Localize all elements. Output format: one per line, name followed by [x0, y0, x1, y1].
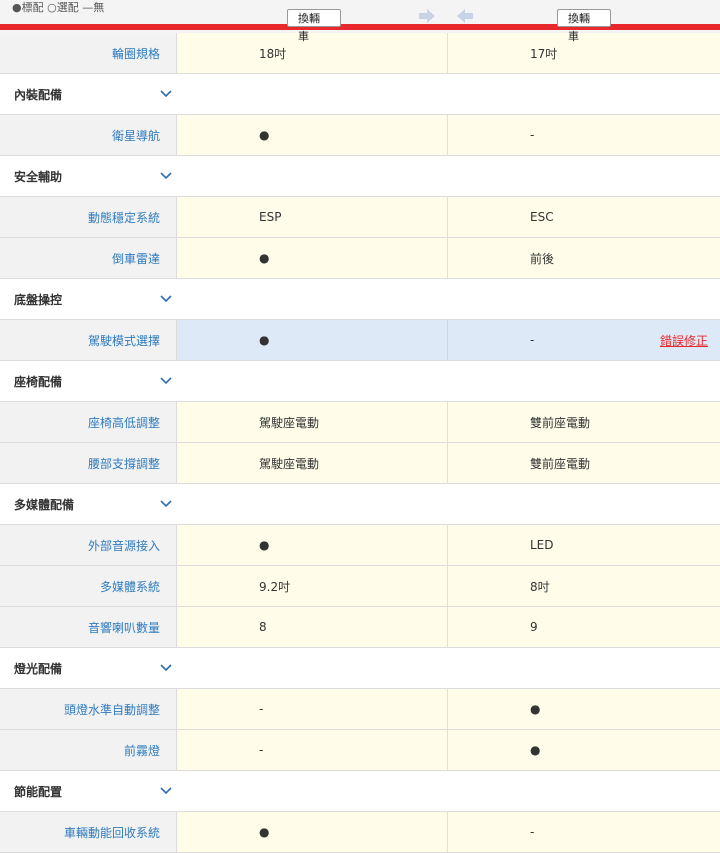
section-title: 安全輔助: [14, 169, 63, 184]
spec-row: 外部音源接入 ● LED: [0, 525, 720, 566]
spec-value-car-a: 18吋: [177, 33, 448, 73]
swap-car-right-button[interactable]: 換輛車: [557, 9, 611, 43]
spec-row: 頭燈水準自動調整 - ●: [0, 689, 720, 730]
spec-label: 頭燈水準自動調整: [0, 689, 177, 729]
spec-value-car-b: -: [448, 115, 720, 155]
spec-value-car-a: ESP: [177, 197, 448, 237]
section-title: 底盤操控: [14, 292, 63, 307]
spec-value-car-a: 9.2吋: [177, 566, 448, 606]
section-header-multimedia[interactable]: 多媒體配備: [0, 484, 720, 525]
chevron-down-icon[interactable]: [160, 172, 172, 180]
spec-row: 車輛動能回收系統 ● -: [0, 812, 720, 853]
section-header-seats[interactable]: 座椅配備: [0, 361, 720, 402]
spec-value-car-b: - 錯誤修正: [448, 320, 720, 360]
section-header-energy-saving[interactable]: 節能配置: [0, 771, 720, 812]
spec-label: 外部音源接入: [0, 525, 177, 565]
spec-value-car-b: ●: [448, 689, 720, 729]
error-correction-link[interactable]: 錯誤修正: [660, 332, 708, 349]
spec-value-car-b: ●: [448, 730, 720, 770]
compare-header: ●標配 ○選配 —無 換輛車 換輛車: [0, 0, 720, 43]
spec-value-car-a: -: [177, 730, 448, 770]
spec-value-car-a: ●: [177, 525, 448, 565]
spec-label: 衛星導航: [0, 115, 177, 155]
spec-label: 車輛動能回收系統: [0, 812, 177, 852]
spec-label: 倒車雷達: [0, 238, 177, 278]
spec-label: 座椅高低調整: [0, 402, 177, 442]
section-title: 座椅配備: [14, 374, 63, 389]
spec-label: 腰部支撐調整: [0, 443, 177, 483]
spec-label: 音響喇叭數量: [0, 607, 177, 647]
spec-label: 多媒體系統: [0, 566, 177, 606]
spec-value-car-b: 17吋: [448, 33, 720, 73]
arrow-left-icon[interactable]: [456, 8, 474, 24]
chevron-down-icon[interactable]: [160, 295, 172, 303]
spec-value-car-a: ●: [177, 115, 448, 155]
spec-row: 座椅高低調整 駕駛座電動 雙前座電動: [0, 402, 720, 443]
section-header-lighting[interactable]: 燈光配備: [0, 648, 720, 689]
spec-comparison-table: 輪圈規格 18吋 17吋 內裝配備 衛星導航 ● - 安全輔助 動態穩定系統 E…: [0, 33, 720, 853]
spec-value-car-b: LED: [448, 525, 720, 565]
section-header-safety[interactable]: 安全輔助: [0, 156, 720, 197]
section-header-chassis[interactable]: 底盤操控: [0, 279, 720, 320]
spec-value-car-a: 駕駛座電動: [177, 443, 448, 483]
arrow-right-icon[interactable]: [418, 8, 436, 24]
spec-value-car-b: -: [448, 812, 720, 852]
spec-value-car-b: 雙前座電動: [448, 443, 720, 483]
spec-row: 腰部支撐調整 駕駛座電動 雙前座電動: [0, 443, 720, 484]
section-title: 多媒體配備: [14, 497, 75, 512]
spec-value-car-b: 9: [448, 607, 720, 647]
spec-label: 前霧燈: [0, 730, 177, 770]
spec-value-car-a: ●: [177, 238, 448, 278]
spec-row: 音響喇叭數量 8 9: [0, 607, 720, 648]
chevron-down-icon[interactable]: [160, 500, 172, 508]
spec-value-car-a: ●: [177, 812, 448, 852]
spec-label: 動態穩定系統: [0, 197, 177, 237]
spec-value-text: -: [530, 333, 535, 347]
legend-text: ●標配 ○選配 —無: [12, 1, 105, 14]
section-title: 內裝配備: [14, 87, 63, 102]
chevron-down-icon[interactable]: [160, 787, 172, 795]
spec-value-car-b: 前後: [448, 238, 720, 278]
spec-value-car-b: 8吋: [448, 566, 720, 606]
spec-row: 前霧燈 - ●: [0, 730, 720, 771]
header-red-line: [0, 24, 720, 30]
spec-row-highlighted[interactable]: 駕駛模式選擇 ● - 錯誤修正: [0, 320, 720, 361]
section-title: 燈光配備: [14, 661, 63, 676]
spec-value-car-a: -: [177, 689, 448, 729]
spec-value-car-a: 駕駛座電動: [177, 402, 448, 442]
section-header-interior[interactable]: 內裝配備: [0, 74, 720, 115]
chevron-down-icon[interactable]: [160, 377, 172, 385]
chevron-down-icon[interactable]: [160, 90, 172, 98]
spec-value-car-b: 雙前座電動: [448, 402, 720, 442]
swap-car-left-button[interactable]: 換輛車: [287, 9, 341, 43]
spec-value-car-b: ESC: [448, 197, 720, 237]
spec-row: 輪圈規格 18吋 17吋: [0, 33, 720, 74]
spec-row: 衛星導航 ● -: [0, 115, 720, 156]
section-title: 節能配置: [14, 784, 63, 799]
spec-value-car-a: 8: [177, 607, 448, 647]
chevron-down-icon[interactable]: [160, 664, 172, 672]
spec-value-car-a: ●: [177, 320, 448, 360]
spec-row: 動態穩定系統 ESP ESC: [0, 197, 720, 238]
spec-row: 倒車雷達 ● 前後: [0, 238, 720, 279]
spec-label: 輪圈規格: [0, 33, 177, 73]
spec-row: 多媒體系統 9.2吋 8吋: [0, 566, 720, 607]
spec-label: 駕駛模式選擇: [0, 320, 177, 360]
